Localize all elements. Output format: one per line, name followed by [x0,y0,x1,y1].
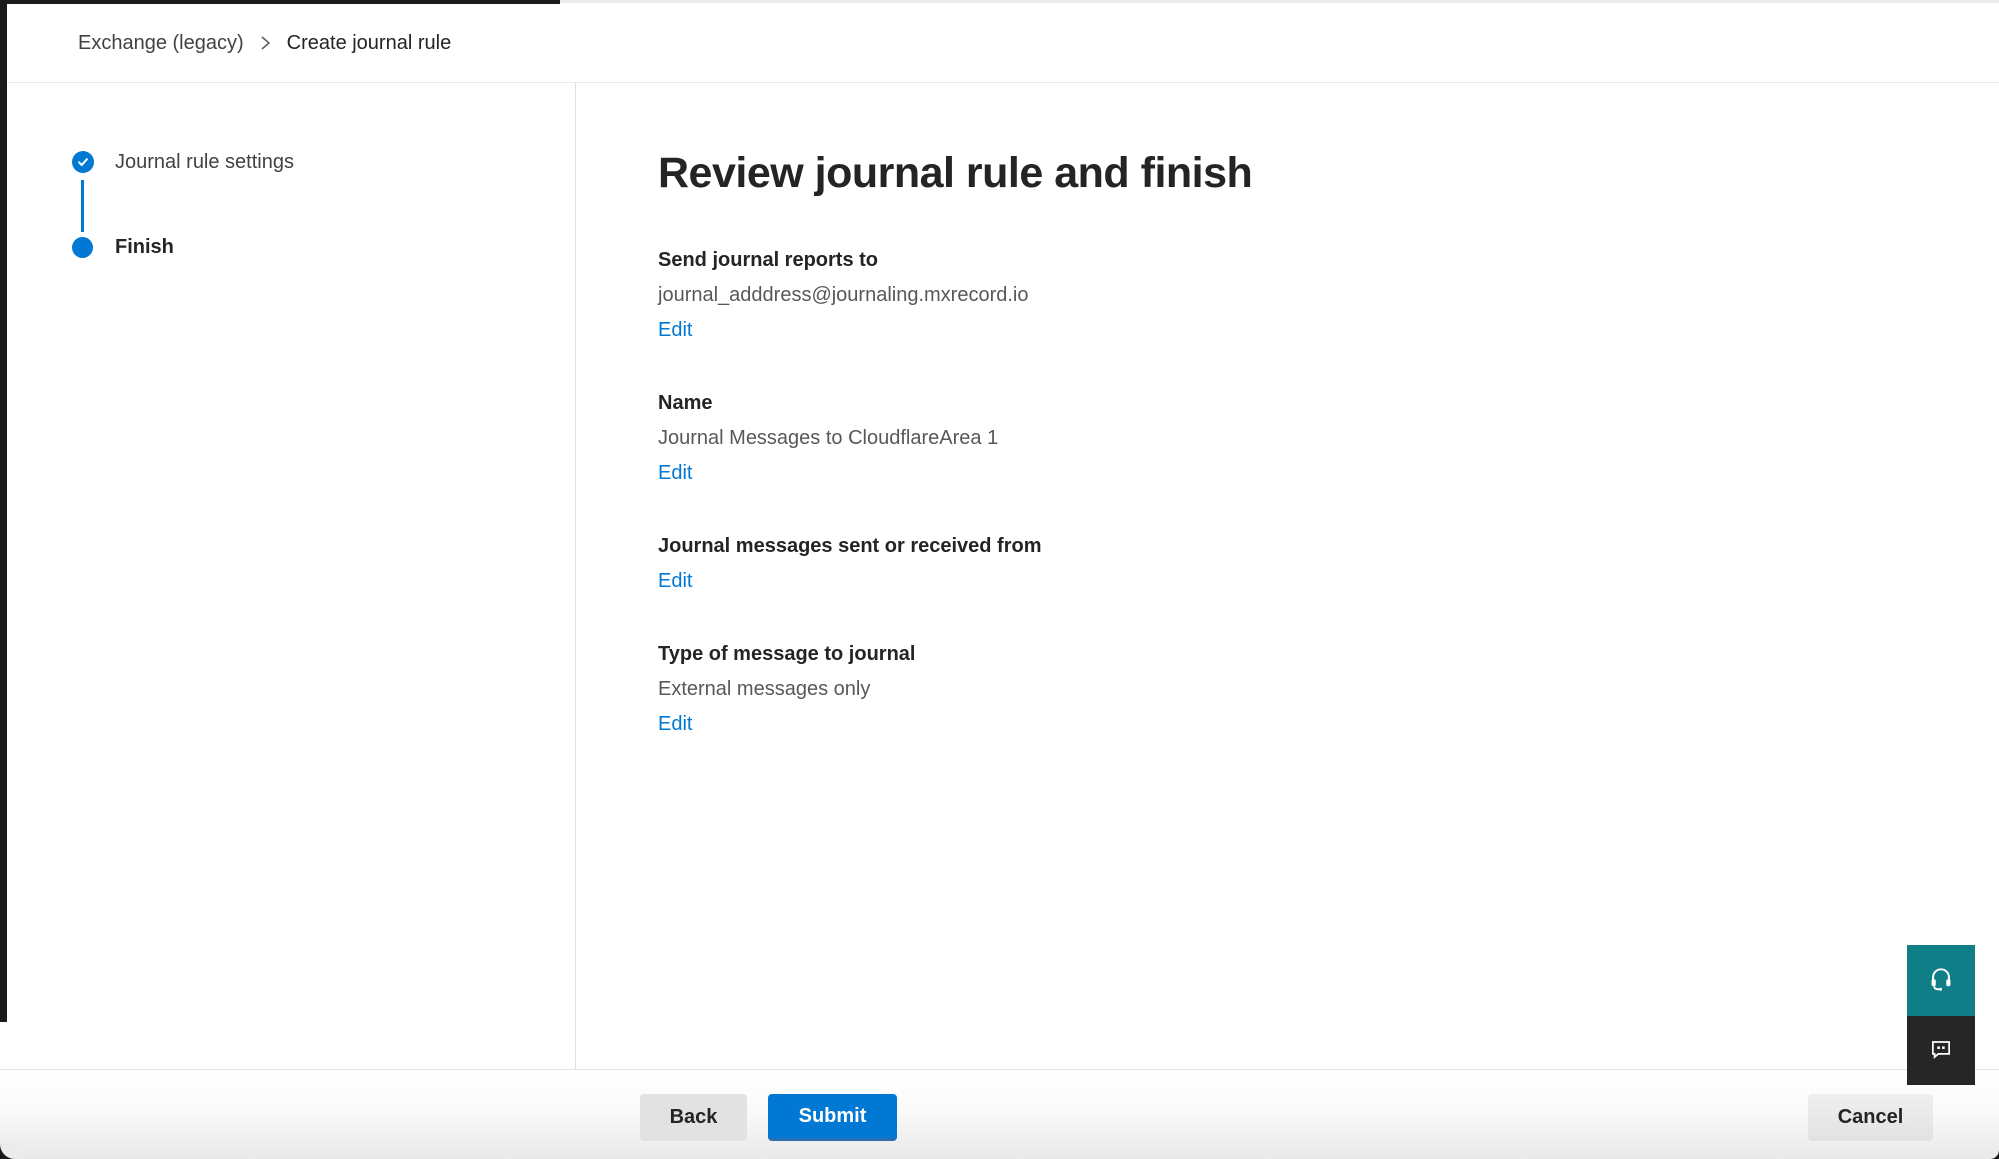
section-label: Type of message to journal [658,637,1999,672]
section-value: Journal Messages to CloudflareArea 1 [658,421,1999,456]
step-connector-line [81,180,84,232]
page-title: Review journal rule and finish [658,147,1999,199]
section-label: Send journal reports to [658,243,1999,278]
edit-name-link[interactable]: Edit [658,456,692,491]
section-journal-messages-scope: Journal messages sent or received from E… [658,529,1999,599]
edit-send-journal-reports-link[interactable]: Edit [658,313,692,348]
breadcrumb-exchange-legacy[interactable]: Exchange (legacy) [78,32,244,55]
bottom-left-corner [0,1143,18,1159]
chevron-right-icon [260,34,271,52]
step-current-dot-icon [72,237,93,258]
breadcrumb: Exchange (legacy) Create journal rule [78,32,451,55]
section-send-journal-reports-to: Send journal reports to journal_adddress… [658,243,1999,348]
review-panel: Review journal rule and finish Send jour… [576,83,1999,1069]
submit-button[interactable]: Submit [768,1094,897,1141]
header-bar: Exchange (legacy) Create journal rule [7,4,1999,83]
headset-icon [1927,965,1955,996]
left-dark-edge [0,0,7,1022]
section-value: journal_adddress@journaling.mxrecord.io [658,278,1999,313]
back-button[interactable]: Back [640,1094,747,1141]
step-finish[interactable]: Finish [115,235,174,260]
bottom-right-corner [1989,1150,1999,1159]
exchange-admin-window: Exchange (legacy) Create journal rule Jo… [0,0,1999,1159]
support-button[interactable] [1907,945,1975,1016]
section-type-of-message: Type of message to journal External mess… [658,637,1999,742]
section-value: External messages only [658,672,1999,707]
section-label: Name [658,386,1999,421]
section-name: Name Journal Messages to CloudflareArea … [658,386,1999,491]
breadcrumb-create-journal-rule: Create journal rule [287,32,452,55]
footer-bar: Back Submit Cancel [0,1069,1999,1159]
step-completed-check-icon [72,151,94,173]
chat-icon [1928,1036,1954,1065]
top-left-dark-edge [0,0,560,4]
edit-journal-messages-scope-link[interactable]: Edit [658,564,692,599]
section-label: Journal messages sent or received from [658,529,1999,564]
step-journal-rule-settings[interactable]: Journal rule settings [115,150,294,175]
edit-type-of-message-link[interactable]: Edit [658,707,692,742]
feedback-button[interactable] [1907,1016,1975,1085]
cancel-button[interactable]: Cancel [1808,1094,1933,1141]
